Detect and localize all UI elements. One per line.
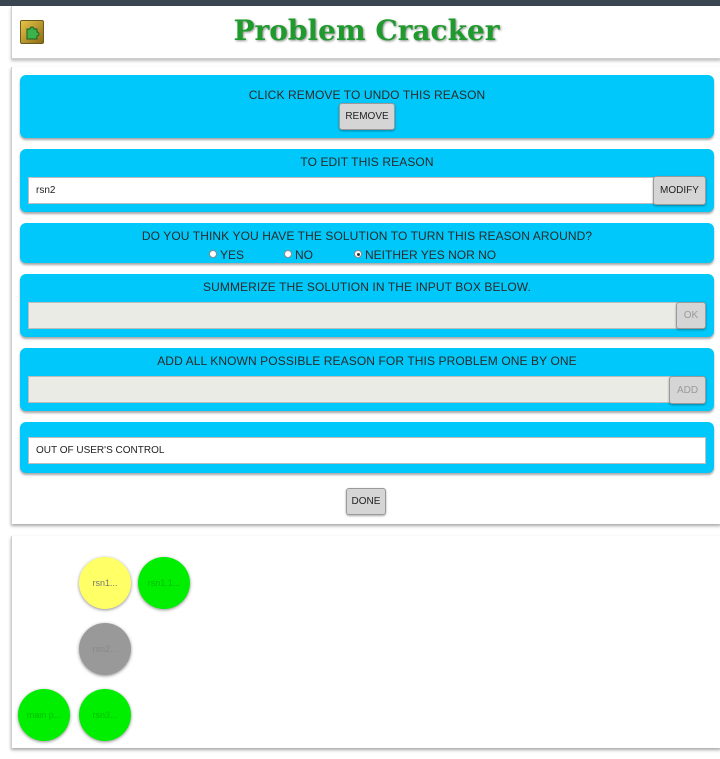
tree-node-rsn1[interactable]: rsn1... (79, 557, 131, 609)
solution-question-title: DO YOU THINK YOU HAVE THE SOLUTION TO TU… (141, 229, 593, 243)
ok-button[interactable]: OK (676, 302, 706, 329)
modify-button[interactable]: MODIFY (653, 176, 706, 205)
reason-tree-panel: rsn1... rsn1.1... rsn2... main p... rsn3… (11, 536, 720, 748)
reason-editor-panel: CLICK REMOVE TO UNDO THIS REASON REMOVE … (11, 67, 720, 524)
summarize-section: SUMMERIZE THE SOLUTION IN THE INPUT BOX … (20, 274, 714, 337)
radio-neither[interactable]: NEITHER YES NOR NO (354, 248, 496, 262)
tree-node-label: rsn2... (92, 644, 118, 654)
radio-yes-circle[interactable] (209, 250, 217, 258)
tree-node-rsn2[interactable]: rsn2... (79, 623, 131, 675)
remove-section-title: CLICK REMOVE TO UNDO THIS REASON (248, 88, 486, 102)
solution-summary-input[interactable] (28, 302, 678, 329)
edit-section: TO EDIT THIS REASON rsn2 MODIFY (20, 149, 714, 212)
radio-yes-label: YES (220, 248, 245, 262)
tree-node-label: rsn3... (92, 710, 118, 720)
tree-node-rsn1-1[interactable]: rsn1.1... (138, 557, 190, 609)
reason-edit-input[interactable]: rsn2 (28, 177, 655, 204)
app-header: Problem Cracker (11, 6, 720, 59)
summarize-section-title: SUMMERIZE THE SOLUTION IN THE INPUT BOX … (203, 280, 531, 294)
remove-section: CLICK REMOVE TO UNDO THIS REASON REMOVE (20, 75, 714, 138)
tree-node-label: main p... (26, 710, 62, 720)
solution-radio-group: YES NO NEITHER YES NOR NO (20, 248, 714, 262)
add-button[interactable]: ADD (669, 376, 706, 404)
radio-neither-label: NEITHER YES NOR NO (365, 248, 497, 262)
control-section: OUT OF USER'S CONTROL (20, 422, 714, 473)
radio-no-circle[interactable] (284, 250, 292, 258)
tree-node-rsn3[interactable]: rsn3... (79, 689, 131, 741)
edit-section-title: TO EDIT THIS REASON (300, 155, 434, 169)
add-reason-section: ADD ALL KNOWN POSSIBLE REASON FOR THIS P… (20, 348, 714, 411)
control-status-input[interactable]: OUT OF USER'S CONTROL (28, 437, 706, 464)
tree-node-label: rsn1... (92, 578, 118, 588)
tree-node-main-problem[interactable]: main p... (18, 689, 70, 741)
done-button[interactable]: DONE (346, 488, 386, 515)
radio-no[interactable]: NO (284, 248, 313, 262)
radio-neither-circle[interactable] (354, 250, 362, 258)
new-reason-input[interactable] (28, 376, 671, 403)
radio-no-label: NO (295, 248, 313, 262)
tree-node-label: rsn1.1... (147, 578, 181, 588)
add-reason-section-title: ADD ALL KNOWN POSSIBLE REASON FOR THIS P… (157, 354, 577, 368)
app-title: Problem Cracker (233, 14, 500, 47)
solution-question-section: DO YOU THINK YOU HAVE THE SOLUTION TO TU… (20, 223, 714, 263)
radio-yes[interactable]: YES (209, 248, 244, 262)
remove-button[interactable]: REMOVE (339, 103, 395, 130)
